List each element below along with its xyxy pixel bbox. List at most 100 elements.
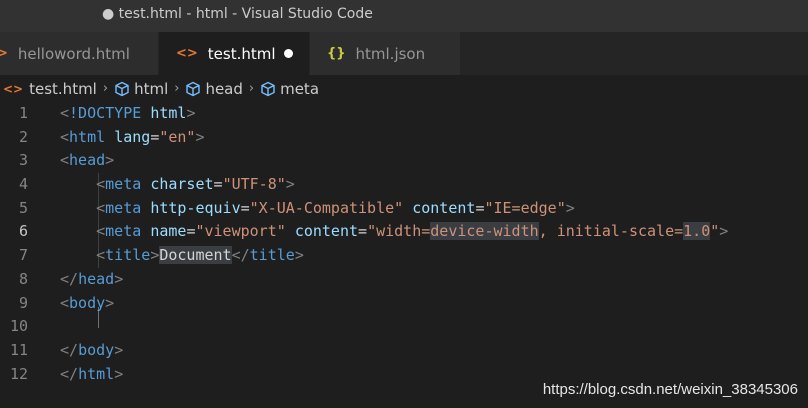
code-token: = bbox=[240, 198, 250, 217]
code-token: > bbox=[105, 151, 115, 170]
code-token: > bbox=[114, 364, 124, 383]
code-line[interactable]: 3 <head> bbox=[0, 149, 808, 173]
breadcrumb-item-meta[interactable]: meta bbox=[260, 80, 319, 98]
code-editor[interactable]: 1 <!DOCTYPE html> 2 <html lang="en"> 3 <head>… bbox=[0, 102, 808, 386]
tab-helloword-html[interactable]: > helloword.html bbox=[0, 32, 159, 75]
unsaved-dot-icon[interactable] bbox=[284, 49, 293, 58]
line-number: 3 bbox=[18, 151, 28, 170]
code-token: > bbox=[150, 246, 160, 265]
tab-html-json[interactable]: {} html.json bbox=[310, 32, 461, 75]
code-text: <body> bbox=[60, 292, 114, 316]
code-line[interactable]: 5 <meta http-equiv="X-UA-Compatible" con… bbox=[0, 197, 808, 221]
code-token: , initial-scale= bbox=[538, 222, 684, 241]
code-token: head bbox=[69, 151, 106, 170]
title-bar: ● test.html - html - Visual Studio Code bbox=[0, 0, 808, 32]
code-token: name bbox=[150, 222, 187, 241]
code-token: title bbox=[105, 246, 151, 265]
tab-label: test.html bbox=[207, 44, 276, 63]
cube-icon bbox=[115, 81, 129, 96]
code-line[interactable]: 1 <!DOCTYPE html> bbox=[0, 102, 808, 126]
line-number: 11 bbox=[9, 340, 28, 359]
code-token: content bbox=[412, 198, 476, 217]
code-token: !DOCTYPE bbox=[69, 104, 142, 122]
code-token: lang bbox=[114, 127, 151, 146]
line-number: 10 bbox=[9, 317, 28, 336]
breadcrumb: <> test.html › html › head › meta bbox=[0, 75, 808, 102]
code-text: <head> bbox=[60, 149, 114, 173]
line-number: 2 bbox=[18, 127, 28, 146]
code-token: title bbox=[249, 246, 295, 265]
code-token: head bbox=[78, 269, 115, 288]
code-token: = bbox=[213, 175, 223, 194]
breadcrumb-item-head[interactable]: head bbox=[185, 80, 243, 98]
html-icon: <> bbox=[3, 81, 24, 96]
code-text: </head> bbox=[60, 268, 123, 292]
code-token: < bbox=[60, 127, 70, 146]
code-token: < bbox=[96, 198, 106, 217]
line-number: 6 bbox=[18, 222, 28, 241]
code-token: meta bbox=[105, 175, 142, 194]
breadcrumb-item-file[interactable]: <> test.html bbox=[0, 80, 97, 98]
code-line[interactable]: 11 </body> bbox=[0, 339, 808, 363]
html-icon: <> bbox=[176, 46, 198, 61]
code-token: html bbox=[150, 104, 187, 122]
code-token: charset bbox=[150, 175, 214, 194]
code-token: "viewport" bbox=[195, 222, 286, 241]
code-token: </ bbox=[60, 340, 79, 359]
code-token: < bbox=[96, 175, 106, 194]
line-number: 5 bbox=[18, 198, 28, 217]
code-token: > bbox=[285, 175, 295, 194]
code-token: < bbox=[60, 293, 70, 312]
breadcrumb-item-html[interactable]: html bbox=[114, 80, 168, 98]
code-token: </ bbox=[60, 364, 79, 383]
code-line[interactable]: 4 <meta charset="UTF-8"> bbox=[0, 173, 808, 197]
code-token: > bbox=[195, 127, 205, 146]
code-token: content bbox=[294, 222, 359, 241]
code-text: </body> bbox=[60, 339, 123, 363]
code-text: </html> bbox=[60, 363, 123, 387]
chevron-right-icon: › bbox=[248, 81, 255, 96]
tab-label: html.json bbox=[355, 44, 426, 63]
html-icon: > bbox=[0, 46, 8, 61]
code-token: 1.0 bbox=[683, 222, 711, 241]
code-token: < bbox=[60, 151, 70, 170]
code-token: > bbox=[186, 104, 196, 122]
code-token: </ bbox=[231, 246, 250, 265]
code-token: html bbox=[78, 364, 115, 383]
code-text: <html lang="en"> bbox=[60, 126, 205, 150]
code-token: Document bbox=[159, 246, 232, 265]
code-token: "X-UA-Compatible" bbox=[249, 198, 404, 217]
code-token: " bbox=[710, 222, 720, 241]
code-token: body bbox=[69, 293, 106, 312]
code-token: </ bbox=[60, 269, 79, 288]
line-number: 9 bbox=[18, 293, 28, 312]
code-token: > bbox=[114, 340, 124, 359]
line-number: 4 bbox=[18, 175, 28, 194]
code-token: "UTF-8" bbox=[222, 175, 286, 194]
code-line[interactable]: 2 <html lang="en"> bbox=[0, 126, 808, 150]
code-line[interactable]: 9 <body> bbox=[0, 292, 808, 316]
code-token: "width= bbox=[367, 222, 431, 241]
line-number: 7 bbox=[18, 246, 28, 265]
code-token: > bbox=[565, 198, 575, 217]
code-token: device-width bbox=[430, 222, 539, 241]
watermark: https://blog.csdn.net/weixin_38345306 bbox=[542, 381, 798, 398]
line-number: 1 bbox=[18, 104, 28, 122]
code-token: < bbox=[60, 104, 70, 122]
code-token: http-equiv bbox=[150, 198, 241, 217]
code-line[interactable]: 8 </head> bbox=[0, 268, 808, 292]
line-number: 8 bbox=[18, 269, 28, 288]
code-line[interactable]: 10 bbox=[0, 315, 808, 339]
code-line[interactable]: 6 <meta name="viewport" content="width=d… bbox=[0, 220, 808, 244]
tab-test-html[interactable]: <> test.html bbox=[159, 32, 310, 75]
tab-label: helloword.html bbox=[17, 44, 130, 63]
code-line[interactable]: 7 <title>Document</title> bbox=[0, 244, 808, 268]
